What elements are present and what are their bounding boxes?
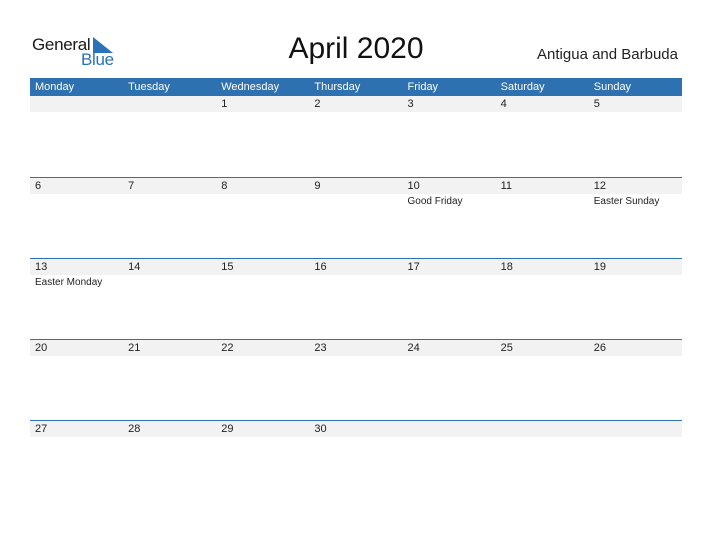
week-row: 27 28 29 30 — [30, 420, 682, 501]
holiday-label — [403, 356, 496, 357]
weekday-monday: Monday — [35, 81, 75, 93]
holiday-label — [496, 437, 589, 438]
day-number: 3 — [407, 98, 414, 110]
weekday-tuesday: Tuesday — [128, 81, 170, 93]
day-number: 6 — [35, 180, 42, 192]
holiday-label: Easter Sunday — [593, 196, 660, 207]
weekday-sunday: Sunday — [593, 81, 632, 93]
holiday-label — [123, 194, 216, 208]
holiday-label — [496, 356, 589, 357]
holiday-label — [216, 194, 309, 208]
event-row: Easter Monday — [30, 275, 682, 289]
day-number: 29 — [221, 423, 234, 435]
holiday-label — [123, 112, 216, 113]
holiday-label — [216, 356, 309, 357]
holiday-label — [30, 194, 123, 208]
weekday-saturday: Saturday — [500, 81, 545, 93]
day-number: 17 — [407, 261, 420, 273]
day-number: 14 — [128, 261, 141, 273]
holiday-label — [403, 437, 496, 438]
week-row: 13 14 15 16 17 18 19 Easter Monday — [30, 258, 682, 339]
holiday-label — [309, 437, 402, 438]
day-number: 1 — [221, 98, 228, 110]
calendar-grid: Monday Tuesday Wednesday Thursday Friday… — [30, 78, 682, 501]
day-number: 19 — [593, 261, 606, 273]
day-number: 13 — [35, 261, 48, 273]
day-number — [496, 421, 589, 437]
day-number: 21 — [128, 342, 141, 354]
day-number: 24 — [407, 342, 420, 354]
holiday-label — [403, 275, 496, 289]
day-number: 2 — [314, 98, 321, 110]
day-number: 28 — [128, 423, 141, 435]
day-number: 9 — [314, 180, 321, 192]
day-number — [403, 421, 496, 437]
day-number: 23 — [314, 342, 327, 354]
holiday-label: Easter Monday — [35, 277, 103, 288]
weekday-thursday: Thursday — [314, 81, 361, 93]
holiday-label — [123, 275, 216, 289]
holiday-label — [309, 275, 402, 289]
day-number: 15 — [221, 261, 234, 273]
day-number: 18 — [500, 261, 513, 273]
week-row: 1 2 3 4 5 — [30, 96, 682, 177]
day-number: 26 — [593, 342, 606, 354]
day-number-strip: 20 21 22 23 24 25 26 — [30, 340, 682, 356]
day-number: 7 — [128, 180, 135, 192]
day-number-strip: 6 7 8 9 10 11 12 — [30, 178, 682, 194]
holiday-label — [589, 112, 682, 113]
day-number — [589, 421, 682, 437]
day-number-strip: 1 2 3 4 5 — [30, 96, 682, 112]
holiday-label — [589, 275, 682, 289]
event-row — [30, 356, 682, 357]
holiday-label — [309, 356, 402, 357]
day-number-strip: 13 14 15 16 17 18 19 — [30, 259, 682, 275]
holiday-label — [403, 112, 496, 113]
holiday-label — [589, 356, 682, 357]
holiday-label — [309, 194, 402, 208]
day-number: 20 — [35, 342, 48, 354]
holiday-label — [30, 356, 123, 357]
day-number: 8 — [221, 180, 228, 192]
day-number-strip: 27 28 29 30 — [30, 421, 682, 437]
day-number: 11 — [500, 180, 513, 192]
holiday-label — [216, 112, 309, 113]
holiday-label — [589, 437, 682, 438]
holiday-label — [496, 194, 589, 208]
weekday-friday: Friday — [407, 81, 439, 93]
weekday-wednesday: Wednesday — [221, 81, 280, 93]
day-number: 5 — [593, 98, 600, 110]
holiday-label — [216, 437, 309, 438]
holiday-label — [30, 437, 123, 438]
week-row: 20 21 22 23 24 25 26 — [30, 339, 682, 420]
holiday-label — [496, 275, 589, 289]
day-number: 16 — [314, 261, 327, 273]
holiday-label: Good Friday — [407, 196, 463, 207]
day-number: 22 — [221, 342, 234, 354]
day-number — [123, 96, 216, 112]
day-number: 30 — [314, 423, 327, 435]
holiday-label — [30, 112, 123, 113]
holiday-label — [496, 112, 589, 113]
holiday-label — [309, 112, 402, 113]
day-number: 12 — [593, 180, 606, 192]
day-number: 27 — [35, 423, 48, 435]
day-number: 10 — [407, 180, 420, 192]
day-number — [30, 96, 123, 112]
week-row: 6 7 8 9 10 11 12 Good Friday Easter Sunday — [30, 177, 682, 258]
holiday-label — [216, 275, 309, 289]
event-row — [30, 437, 682, 438]
event-row: Good Friday Easter Sunday — [30, 194, 682, 208]
weekday-header-row: Monday Tuesday Wednesday Thursday Friday… — [30, 78, 682, 96]
country-name: Antigua and Barbuda — [537, 46, 678, 63]
holiday-label — [123, 356, 216, 357]
event-row — [30, 112, 682, 113]
weeks-container: 1 2 3 4 5 6 7 8 9 10 11 12 Good Friday Easter Sunday 1… — [30, 96, 682, 501]
day-number: 25 — [500, 342, 513, 354]
day-number: 4 — [500, 98, 507, 110]
holiday-label — [123, 437, 216, 438]
